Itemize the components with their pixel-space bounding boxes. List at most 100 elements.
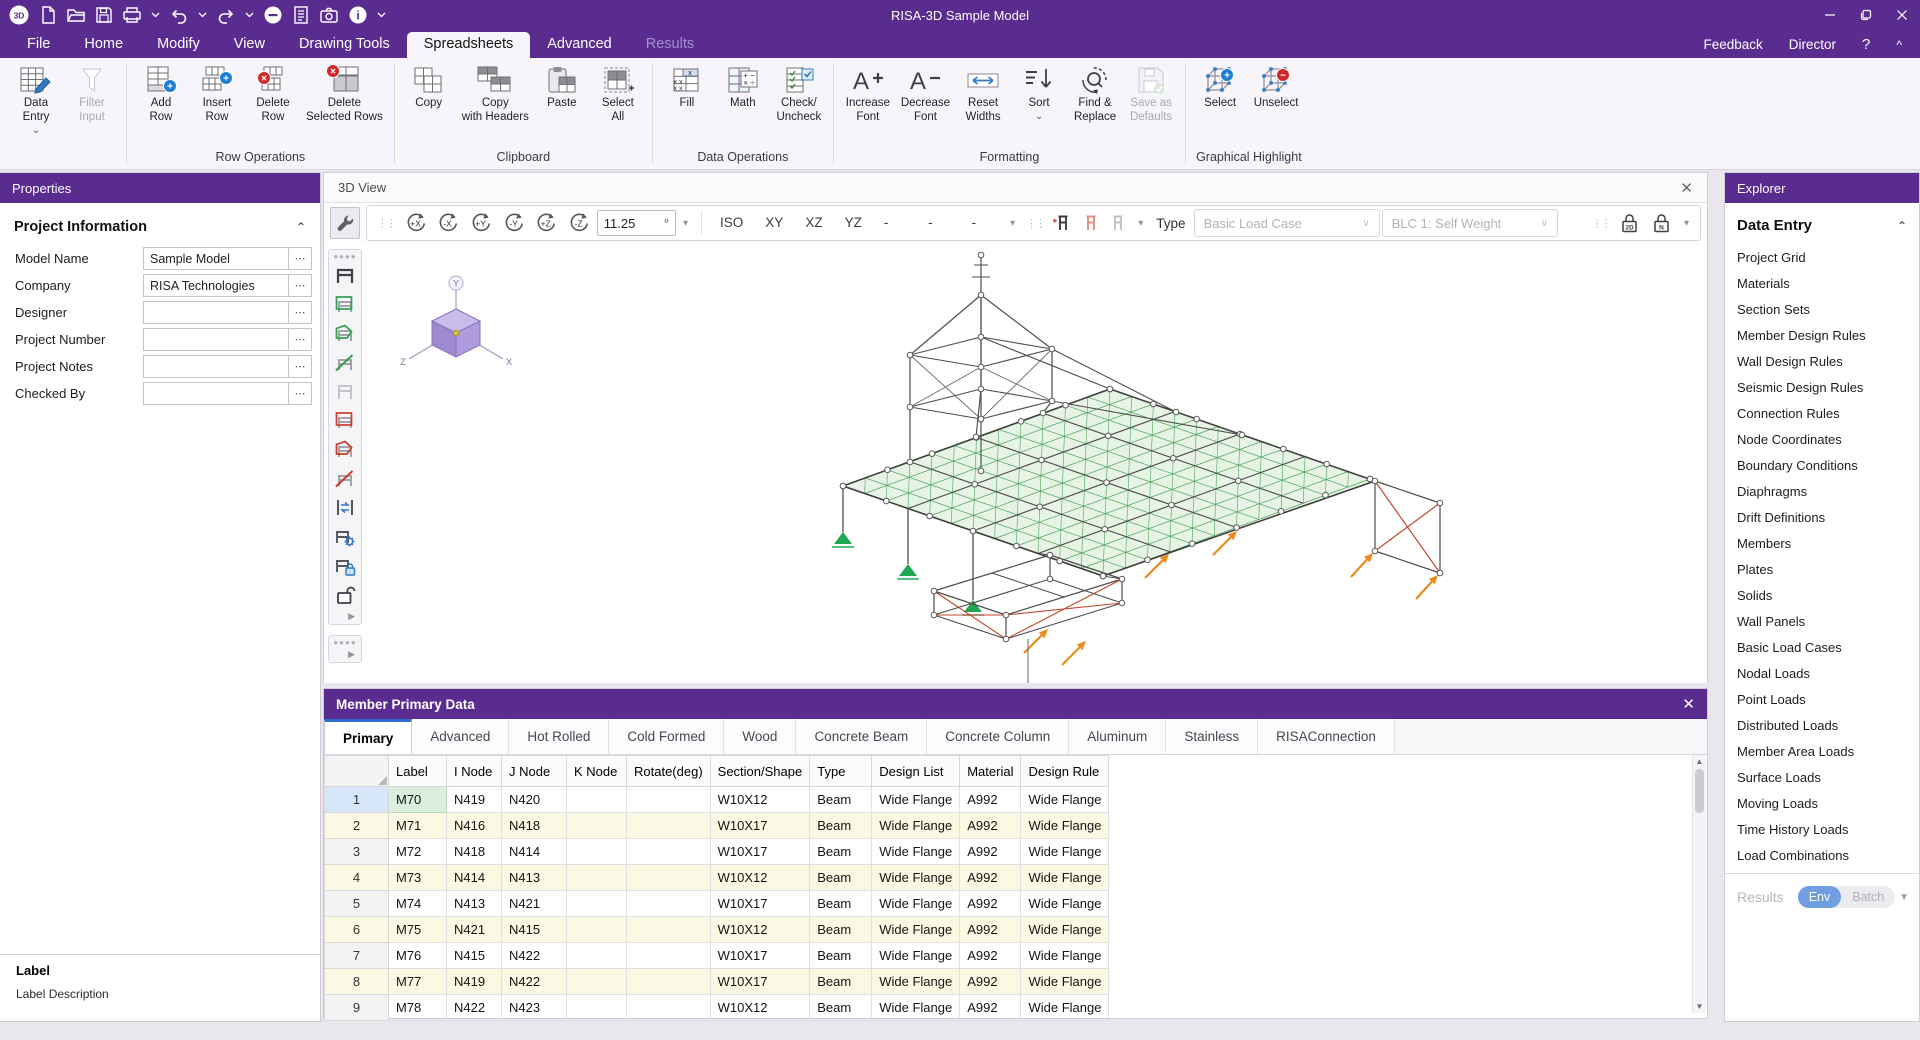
sort-button[interactable]: Sort⌄	[1011, 62, 1067, 123]
lock-unselected-icon[interactable]	[333, 580, 357, 609]
expand-arrow-icon[interactable]: ▶	[348, 609, 361, 622]
explorer-item-basic-load-cases[interactable]: Basic Load Cases	[1725, 634, 1919, 660]
table-cell[interactable]: Wide Flange	[872, 865, 960, 891]
table-cell[interactable]: N420	[502, 787, 567, 813]
explorer-item-diaphragms[interactable]: Diaphragms	[1725, 478, 1919, 504]
criteria-select-icon[interactable]	[333, 522, 357, 551]
caret-icon[interactable]	[151, 4, 160, 26]
table-cell[interactable]	[627, 995, 711, 1021]
loads-display-off-icon[interactable]	[1106, 210, 1132, 236]
caret-icon[interactable]	[377, 4, 386, 26]
expand-arrow-icon[interactable]: ▶	[348, 647, 361, 660]
explorer-item-wall-design-rules[interactable]: Wall Design Rules	[1725, 348, 1919, 374]
menu-tab-advanced[interactable]: Advanced	[530, 32, 629, 58]
view-negxz-button[interactable]: -XZ	[918, 210, 960, 236]
column-header[interactable]: Design List	[872, 756, 960, 787]
chevron-down-icon[interactable]: ▾	[1679, 218, 1694, 229]
close-icon[interactable]: ✕	[1682, 695, 1695, 713]
view-negyz-button[interactable]: -YZ	[962, 210, 1004, 236]
menu-tab-results[interactable]: Results	[629, 32, 711, 58]
row-number[interactable]: 4	[325, 865, 389, 891]
table-cell[interactable]: M70	[389, 787, 447, 813]
print-icon[interactable]	[122, 4, 142, 26]
table-cell[interactable]	[567, 891, 627, 917]
line-unselect-icon[interactable]	[333, 464, 357, 493]
table-cell[interactable]: Wide Flange	[872, 943, 960, 969]
tab-risaconnection[interactable]: RISAConnection	[1258, 719, 1395, 754]
table-cell[interactable]	[627, 839, 711, 865]
table-cell[interactable]: N422	[502, 969, 567, 995]
table-cell[interactable]	[627, 787, 711, 813]
add-row-button[interactable]: +Add Row	[133, 62, 189, 126]
table-cell[interactable]: Wide Flange	[1021, 969, 1109, 995]
table-cell[interactable]: Beam	[810, 787, 872, 813]
chevron-down-icon[interactable]: ▾	[1133, 218, 1148, 229]
close-button[interactable]	[1884, 0, 1920, 30]
scroll-thumb[interactable]	[1695, 769, 1704, 813]
table-cell[interactable]: N418	[447, 839, 502, 865]
row-number[interactable]: 6	[325, 917, 389, 943]
project-number-ellipsis-button[interactable]: ⋯	[289, 328, 312, 351]
table-cell[interactable]: Beam	[810, 839, 872, 865]
reset-widths-button[interactable]: Reset Widths	[955, 62, 1011, 126]
table-cell[interactable]: M78	[389, 995, 447, 1021]
lasso-select-icon[interactable]	[333, 377, 357, 406]
model-name-field[interactable]: Sample Model	[143, 247, 289, 270]
box-unselect-icon[interactable]	[333, 406, 357, 435]
line-select-icon[interactable]	[333, 348, 357, 377]
table-cell[interactable]: Beam	[810, 813, 872, 839]
table-cell[interactable]	[567, 917, 627, 943]
collapse-ribbon-icon[interactable]: ^	[1896, 38, 1902, 52]
explorer-item-distributed-loads[interactable]: Distributed Loads	[1725, 712, 1919, 738]
explorer-item-nodal-loads[interactable]: Nodal Loads	[1725, 660, 1919, 686]
column-header[interactable]: I Node	[447, 756, 502, 787]
table-cell[interactable]: W10X17	[710, 943, 810, 969]
decrease-font-button[interactable]: ADecrease Font	[896, 62, 955, 126]
tab-hot-rolled[interactable]: Hot Rolled	[509, 719, 609, 754]
row-number[interactable]: 5	[325, 891, 389, 917]
loads-display-icon[interactable]	[1050, 210, 1076, 236]
snapshot-icon[interactable]	[319, 4, 339, 26]
math-button[interactable]: + −× ÷Math	[715, 62, 771, 112]
rotate-plusx-button[interactable]: +X	[401, 209, 432, 237]
table-cell[interactable]	[627, 865, 711, 891]
table-cell[interactable]: N421	[502, 891, 567, 917]
rotate-minusz-button[interactable]: -Z	[564, 209, 595, 237]
env-toggle[interactable]: Env	[1798, 886, 1842, 908]
open-file-icon[interactable]	[66, 4, 86, 26]
table-cell[interactable]	[627, 891, 711, 917]
tab-advanced[interactable]: Advanced	[412, 719, 509, 754]
chevron-up-icon[interactable]: ⌃	[1897, 219, 1907, 233]
table-cell[interactable]: W10X17	[710, 891, 810, 917]
table-cell[interactable]: Wide Flange	[1021, 943, 1109, 969]
table-cell[interactable]: N419	[447, 787, 502, 813]
explorer-item-members[interactable]: Members	[1725, 530, 1919, 556]
tab-wood[interactable]: Wood	[724, 719, 796, 754]
explorer-item-materials[interactable]: Materials	[1725, 270, 1919, 296]
row-number[interactable]: 3	[325, 839, 389, 865]
chevron-down-icon[interactable]: ⌄	[1035, 112, 1043, 122]
explorer-item-wall-panels[interactable]: Wall Panels	[1725, 608, 1919, 634]
column-header[interactable]: Type	[810, 756, 872, 787]
tab-cold-formed[interactable]: Cold Formed	[609, 719, 724, 754]
project-notes-field[interactable]	[143, 355, 289, 378]
view-iso-button[interactable]: ISO	[710, 210, 753, 236]
table-cell[interactable]: Beam	[810, 995, 872, 1021]
table-cell[interactable]	[627, 917, 711, 943]
subtract-circle-icon[interactable]	[263, 4, 283, 26]
table-cell[interactable]: M76	[389, 943, 447, 969]
table-cell[interactable]: M71	[389, 813, 447, 839]
row-number[interactable]: 9	[325, 995, 389, 1021]
table-cell[interactable]: A992	[960, 995, 1021, 1021]
table-cell[interactable]	[567, 943, 627, 969]
table-cell[interactable]: Beam	[810, 917, 872, 943]
menu-tab-modify[interactable]: Modify	[140, 32, 217, 58]
table-cell[interactable]: M73	[389, 865, 447, 891]
table-cell[interactable]	[567, 813, 627, 839]
column-header[interactable]: Material	[960, 756, 1021, 787]
designer-ellipsis-button[interactable]: ⋯	[289, 301, 312, 324]
project-notes-ellipsis-button[interactable]: ⋯	[289, 355, 312, 378]
table-cell[interactable]: N421	[447, 917, 502, 943]
table-cell[interactable]: N413	[447, 891, 502, 917]
select-members-icon[interactable]	[333, 261, 357, 290]
